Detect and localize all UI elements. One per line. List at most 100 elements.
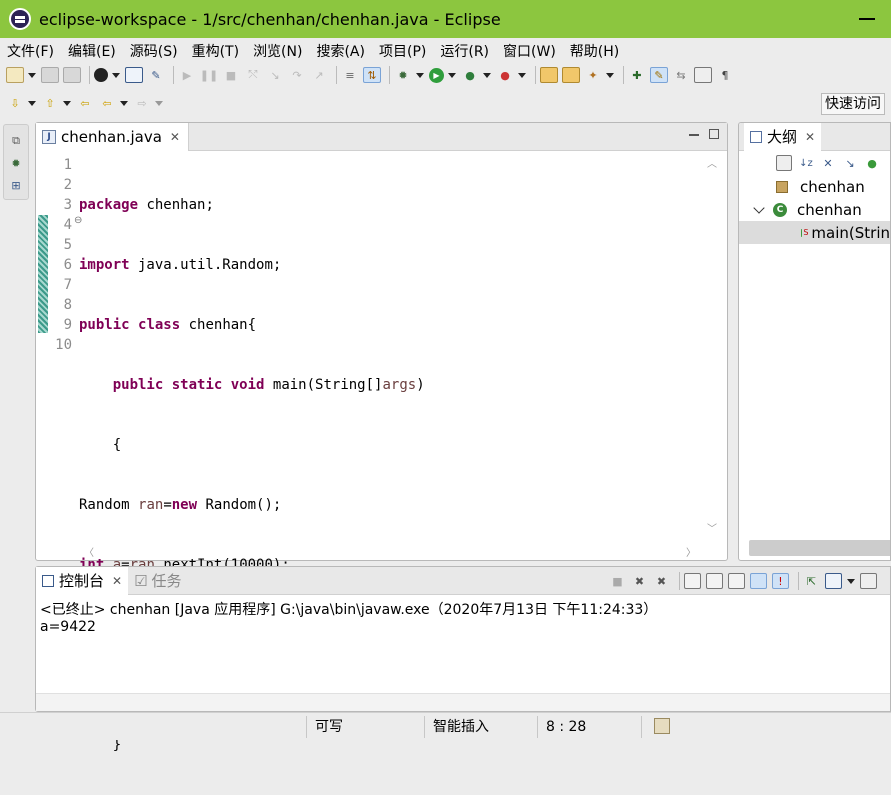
show-whitespace-icon[interactable]: ¶ xyxy=(716,67,734,83)
last-edit-location-icon[interactable]: ⇦ xyxy=(76,95,94,111)
show-on-output-icon[interactable] xyxy=(750,573,767,589)
close-icon[interactable]: ✕ xyxy=(805,130,815,144)
quick-access-field[interactable]: 快速访问 xyxy=(821,93,885,115)
console-output-text[interactable]: a=9422 xyxy=(36,619,890,639)
hide-non-public-icon[interactable]: ● xyxy=(864,155,880,171)
suspend-icon[interactable]: ❚❚ xyxy=(200,67,218,83)
coverage-dropdown-icon[interactable] xyxy=(483,73,491,78)
package-explorer-icon[interactable]: ✹ xyxy=(7,155,25,171)
minimize-icon[interactable] xyxy=(689,134,699,136)
sort-icon[interactable]: ↓z xyxy=(798,155,814,171)
forward-icon[interactable]: ⇨ xyxy=(133,95,151,111)
chevron-right-icon[interactable]: 〉 xyxy=(686,544,696,559)
terminate-icon[interactable]: ■ xyxy=(222,67,240,83)
console-toolbar: ■ ✖ ✖ ! ⇱ xyxy=(609,572,882,590)
new-class-dropdown-icon[interactable] xyxy=(606,73,614,78)
outline-method-row[interactable]: S main(Strin xyxy=(739,221,890,244)
outline-package-row[interactable]: chenhan xyxy=(739,175,890,198)
word-wrap-icon[interactable] xyxy=(728,573,745,589)
menu-project[interactable]: 项目(P) xyxy=(379,41,426,61)
display-console-dropdown-icon[interactable] xyxy=(847,579,855,584)
next-annotation-icon[interactable]: ⇩ xyxy=(6,95,24,111)
type-hierarchy-icon[interactable]: ⊞ xyxy=(7,177,25,193)
minimize-icon[interactable] xyxy=(859,18,875,20)
outline-class-row[interactable]: C chenhan xyxy=(739,198,890,221)
progress-icon[interactable] xyxy=(654,718,670,734)
debug-dropdown-icon[interactable] xyxy=(416,73,424,78)
menu-refactor[interactable]: 重构(T) xyxy=(192,41,239,61)
scroll-lock-icon[interactable] xyxy=(706,573,723,589)
back-icon[interactable]: ⇦ xyxy=(98,95,116,111)
close-icon[interactable]: ✕ xyxy=(112,574,122,588)
open-type-icon[interactable]: ✚ xyxy=(628,67,646,83)
previous-annotation-dropdown-icon[interactable] xyxy=(63,101,71,106)
restore-icon[interactable]: ⧉ xyxy=(7,133,25,149)
toggle-mark-occurrences-icon[interactable]: ⇅ xyxy=(363,67,381,83)
debug-icon[interactable]: ✹ xyxy=(394,67,412,83)
use-step-filters-icon[interactable]: ≡ xyxy=(341,67,359,83)
step-over-icon[interactable]: ↷ xyxy=(288,67,306,83)
run-dropdown-icon[interactable] xyxy=(448,73,456,78)
chevron-down-icon[interactable]: ﹀ xyxy=(707,520,717,535)
external-tools-icon[interactable]: ● xyxy=(496,67,514,83)
open-console-icon[interactable] xyxy=(860,573,877,589)
save-icon[interactable] xyxy=(41,67,59,83)
chevron-left-icon[interactable]: 〈 xyxy=(84,544,94,559)
clear-console-icon[interactable] xyxy=(684,573,701,589)
tab-console[interactable]: 控制台 ✕ xyxy=(36,567,128,595)
remove-launch-icon[interactable]: ✖ xyxy=(631,573,648,589)
menu-window[interactable]: 窗口(W) xyxy=(503,41,556,61)
next-annotation-dropdown-icon[interactable] xyxy=(28,101,36,106)
terminate-icon[interactable]: ■ xyxy=(609,573,626,589)
back-dropdown-icon[interactable] xyxy=(120,101,128,106)
step-into-icon[interactable]: ↘ xyxy=(266,67,284,83)
outline-horizontal-scrollbar[interactable] xyxy=(749,540,891,556)
terminal-icon[interactable] xyxy=(125,67,143,83)
maximize-icon[interactable] xyxy=(709,129,719,139)
skip-breakpoints-icon[interactable]: ✎ xyxy=(147,67,165,83)
external-tools-dropdown-icon[interactable] xyxy=(518,73,526,78)
editor-vertical-scrollbar[interactable]: ︿ ﹀ xyxy=(705,155,719,535)
remove-all-terminated-icon[interactable]: ✖ xyxy=(653,573,670,589)
forward-dropdown-icon[interactable] xyxy=(155,101,163,106)
user-icon[interactable] xyxy=(94,68,108,82)
close-icon[interactable]: ✕ xyxy=(170,130,180,144)
editor-horizontal-scrollbar[interactable]: 〈 〉 xyxy=(84,544,696,556)
menu-edit[interactable]: 编辑(E) xyxy=(68,41,116,61)
resume-icon[interactable]: ▶ xyxy=(178,67,196,83)
menu-help[interactable]: 帮助(H) xyxy=(570,41,619,61)
new-java-project-icon[interactable] xyxy=(540,67,558,83)
chevron-up-icon[interactable]: ︿ xyxy=(707,155,717,170)
chevron-down-icon[interactable] xyxy=(753,202,764,213)
open-task-icon[interactable]: ⇆ xyxy=(672,67,690,83)
pin-console-icon[interactable]: ⇱ xyxy=(803,573,820,589)
tab-outline[interactable]: 大纲 ✕ xyxy=(744,123,821,151)
new-dropdown-icon[interactable] xyxy=(28,73,36,78)
status-separator xyxy=(424,716,425,738)
new-icon[interactable] xyxy=(6,67,24,83)
collapse-all-icon[interactable] xyxy=(776,155,792,171)
hide-fields-icon[interactable]: ✕ xyxy=(820,155,836,171)
menu-source[interactable]: 源码(S) xyxy=(130,41,178,61)
run-icon[interactable]: ▶ xyxy=(429,68,444,83)
menu-navigate[interactable]: 浏览(N) xyxy=(253,41,302,61)
menu-search[interactable]: 搜索(A) xyxy=(316,41,365,61)
step-return-icon[interactable]: ↗ xyxy=(310,67,328,83)
disconnect-icon[interactable]: ⤲ xyxy=(244,67,262,83)
user-dropdown-icon[interactable] xyxy=(112,73,120,78)
menu-file[interactable]: 文件(F) xyxy=(7,41,54,61)
menu-run[interactable]: 运行(R) xyxy=(440,41,489,61)
hide-static-icon[interactable]: ↘ xyxy=(842,155,858,171)
tab-chenhan-java[interactable]: J chenhan.java ✕ xyxy=(36,123,189,151)
console-horizontal-scrollbar[interactable] xyxy=(36,693,890,711)
coverage-icon[interactable]: ● xyxy=(461,67,479,83)
new-package-icon[interactable] xyxy=(562,67,580,83)
search-icon[interactable]: ✎ xyxy=(650,67,668,83)
toggle-block-icon[interactable] xyxy=(694,67,712,83)
display-console-icon[interactable] xyxy=(825,573,842,589)
previous-annotation-icon[interactable]: ⇧ xyxy=(41,95,59,111)
new-class-icon[interactable]: ✦ xyxy=(584,67,602,83)
show-on-error-icon[interactable]: ! xyxy=(772,573,789,589)
save-all-icon[interactable] xyxy=(63,67,81,83)
tab-tasks[interactable]: ☑ 任务 xyxy=(128,567,187,595)
